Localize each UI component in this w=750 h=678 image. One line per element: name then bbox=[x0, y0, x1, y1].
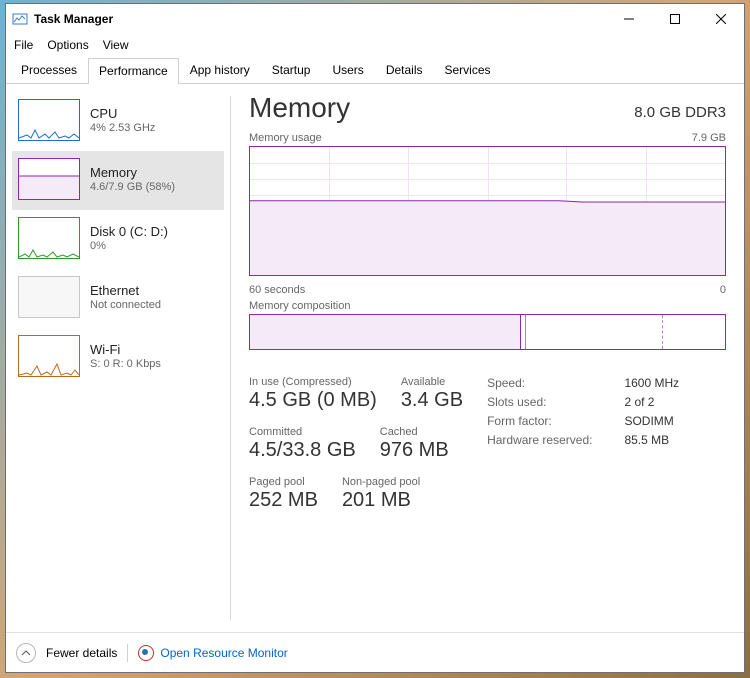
window-buttons bbox=[606, 4, 744, 34]
footer: Fewer details Open Resource Monitor bbox=[6, 632, 744, 672]
xaxis-left: 60 seconds bbox=[249, 284, 305, 296]
page-title: Memory bbox=[249, 92, 350, 124]
minimize-button[interactable] bbox=[606, 4, 652, 34]
eth-label: Ethernet bbox=[90, 283, 161, 298]
stat-inuse: In use (Compressed) 4.5 GB (0 MB) bbox=[249, 376, 377, 412]
app-icon bbox=[12, 11, 28, 27]
sidebar: CPU 4% 2.53 GHz Memory 4.6/7.9 GB (58%) bbox=[6, 84, 230, 632]
sidebar-item-cpu[interactable]: CPU 4% 2.53 GHz bbox=[12, 92, 224, 151]
disk-sub: 0% bbox=[90, 240, 168, 252]
window-title: Task Manager bbox=[34, 12, 606, 26]
usage-chart-labels: Memory usage 7.9 GB bbox=[249, 132, 726, 144]
stats: In use (Compressed) 4.5 GB (0 MB) Availa… bbox=[249, 376, 726, 512]
stat-available: Available 3.4 GB bbox=[401, 376, 463, 412]
tab-details[interactable]: Details bbox=[375, 57, 434, 83]
main-panel: Memory 8.0 GB DDR3 Memory usage 7.9 GB 6… bbox=[231, 84, 744, 632]
titlebar[interactable]: Task Manager bbox=[6, 4, 744, 34]
cpu-label: CPU bbox=[90, 106, 155, 121]
memory-thumb bbox=[18, 158, 80, 200]
memory-spec: 8.0 GB DDR3 bbox=[634, 104, 726, 121]
hardware-info: Speed:1600 MHz Slots used:2 of 2 Form fa… bbox=[487, 376, 679, 512]
sidebar-item-wifi[interactable]: Wi-Fi S: 0 R: 0 Kbps bbox=[12, 328, 224, 387]
tab-performance[interactable]: Performance bbox=[88, 58, 179, 84]
chevron-up-icon bbox=[21, 648, 31, 658]
xaxis-right: 0 bbox=[720, 284, 726, 296]
sidebar-item-disk[interactable]: Disk 0 (C: D:) 0% bbox=[12, 210, 224, 269]
usage-max: 7.9 GB bbox=[692, 132, 726, 144]
tab-apphistory[interactable]: App history bbox=[179, 57, 261, 83]
comp-free bbox=[663, 315, 725, 349]
fewer-details-label[interactable]: Fewer details bbox=[46, 646, 117, 660]
tab-users[interactable]: Users bbox=[321, 57, 374, 83]
wifi-thumb bbox=[18, 335, 80, 377]
menu-options[interactable]: Options bbox=[47, 38, 88, 52]
sidebar-item-ethernet[interactable]: Ethernet Not connected bbox=[12, 269, 224, 328]
comp-label-row: Memory composition bbox=[249, 300, 726, 312]
menu-view[interactable]: View bbox=[103, 38, 129, 52]
memory-sub: 4.6/7.9 GB (58%) bbox=[90, 181, 175, 193]
tabbar: Processes Performance App history Startu… bbox=[6, 56, 744, 84]
sidebar-item-memory[interactable]: Memory 4.6/7.9 GB (58%) bbox=[12, 151, 224, 210]
wifi-sub: S: 0 R: 0 Kbps bbox=[90, 358, 161, 370]
menu-file[interactable]: File bbox=[14, 38, 33, 52]
close-button[interactable] bbox=[698, 4, 744, 34]
usage-label: Memory usage bbox=[249, 132, 322, 144]
stat-nonpaged: Non-paged pool 201 MB bbox=[342, 476, 420, 512]
memory-usage-chart[interactable] bbox=[249, 146, 726, 276]
comp-label: Memory composition bbox=[249, 300, 350, 312]
open-resource-monitor-link[interactable]: Open Resource Monitor bbox=[138, 645, 287, 661]
menubar: File Options View bbox=[6, 34, 744, 56]
tab-services[interactable]: Services bbox=[434, 57, 502, 83]
fewer-details-button[interactable] bbox=[16, 643, 36, 663]
wifi-label: Wi-Fi bbox=[90, 342, 161, 357]
maximize-button[interactable] bbox=[652, 4, 698, 34]
disk-thumb bbox=[18, 217, 80, 259]
resource-monitor-icon bbox=[138, 645, 154, 661]
stat-committed: Committed 4.5/33.8 GB bbox=[249, 426, 356, 462]
eth-sub: Not connected bbox=[90, 299, 161, 311]
stat-cached: Cached 976 MB bbox=[380, 426, 449, 462]
memory-label: Memory bbox=[90, 165, 175, 180]
usage-xaxis: 60 seconds 0 bbox=[249, 284, 726, 296]
cpu-thumb bbox=[18, 99, 80, 141]
comp-inuse bbox=[250, 315, 521, 349]
tab-startup[interactable]: Startup bbox=[261, 57, 322, 83]
content: CPU 4% 2.53 GHz Memory 4.6/7.9 GB (58%) bbox=[6, 84, 744, 632]
tab-processes[interactable]: Processes bbox=[10, 57, 88, 83]
eth-thumb bbox=[18, 276, 80, 318]
cpu-sub: 4% 2.53 GHz bbox=[90, 122, 155, 134]
memory-composition-chart[interactable] bbox=[249, 314, 726, 350]
disk-label: Disk 0 (C: D:) bbox=[90, 224, 168, 239]
footer-separator bbox=[127, 644, 128, 662]
main-header: Memory 8.0 GB DDR3 bbox=[249, 92, 726, 124]
comp-standby bbox=[526, 315, 664, 349]
task-manager-window: Task Manager File Options View Processes… bbox=[5, 3, 745, 673]
stat-paged: Paged pool 252 MB bbox=[249, 476, 318, 512]
